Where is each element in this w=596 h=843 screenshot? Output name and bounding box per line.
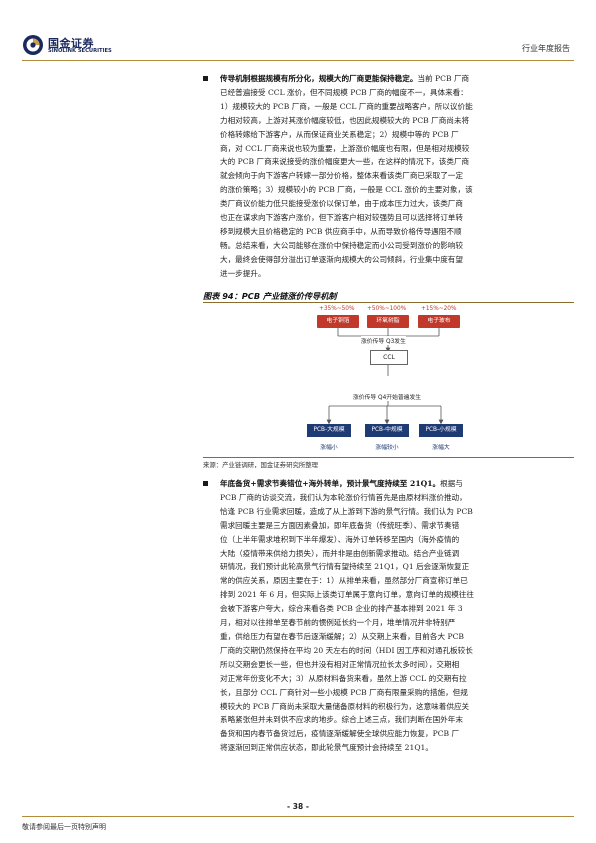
paragraph-line: 大的 PCB 厂商来说接受的涨价幅度更大一些，在这样的情况下，该类厂商 — [220, 157, 470, 167]
header-divider — [22, 60, 574, 61]
paragraph-line: 传导机制根据规模有所分化，规模大的厂商更能保持稳定。当前 PCB 厂商 — [220, 74, 470, 83]
paragraph-line: 所以交期会更长一些，但也并没有相对正常情况拉长太多时间），交期相 — [220, 659, 460, 669]
epoxy-resin-increase: +50%~100% — [367, 306, 407, 312]
paragraph-line: 模较大的 PCB 厂商尚未采取大量储备原材料的积极行为，这意味着供应关 — [220, 701, 470, 711]
epoxy-resin-box: 环氧树脂 — [367, 315, 409, 328]
glass-cloth-box: 电子玻布 — [418, 315, 460, 328]
copper-foil-increase: +35%~50% — [319, 306, 355, 312]
paragraph-line: 价格转嫁给下游客户，从而保证商业关系稳定；2）规模中等的 PCB 厂 — [220, 129, 459, 139]
paragraph-line: 月，相对以往排单至春节前的惯例延长约一个月，堆单情况并非特别严 — [220, 618, 456, 628]
paragraph-line: 就会倾向于向下游客户转嫁一部分价格，整体来看该类厂商已采取了一定 — [220, 171, 463, 181]
paragraph-line: 长，且部分 CCL 厂商针对一些小规模 PCB 厂商有限量采购的措施，但规 — [220, 687, 468, 697]
paragraph-line: 备货和国内春节备货过后，疫情逐渐缓解使全球供应能力恢复，PCB 厂 — [220, 729, 460, 739]
figure-bottom-rule — [203, 457, 574, 458]
paragraph-line: 恰逢 PCB 行业需求回暖，造成了从上游到下游的景气行情。我们认为 PCB — [220, 506, 473, 516]
paragraph-line: 对正常年份变化不大；3）从原材料备货来看，虽然上游 CCL 的交期有拉 — [220, 673, 467, 683]
paragraph-line: PCB 厂商的访谈交流，我们认为本轮涨价行情首先是由原材料涨价推动， — [220, 492, 467, 502]
paragraph-line: 重，供给压力有望在春节后逐渐缓解；2）从交期上来看，目前各大 PCB — [220, 631, 464, 641]
paragraph-line: 位（上半年需求堆积到下半年爆发）、海外订单转移至国内（海外疫情的 — [220, 534, 460, 544]
logo-emblem-icon — [23, 35, 43, 55]
paragraph-line: 会被下游客户夸大，综合来看各类 PCB 企业的排产基本排到 2021 年 3 — [220, 604, 463, 614]
paragraph-line: 移到规模大且价格稳定的 PCB 供应商手中，从而导致价格传导遇阻不顺 — [220, 226, 462, 236]
paragraph-line: 也正在谋求向下游客户涨价，但下游客户相对较强势且可以选择将订单转 — [220, 213, 463, 223]
paragraph-line: 研情况，我们预计此轮高景气行情有望持续至 21Q1，Q1 后会逐渐恢复正 — [220, 562, 470, 572]
paragraph-line: 排到 2021 年 6 月，但实际上该类订单属于意向订单，意向订单的规模往往 — [220, 590, 475, 600]
paragraph-line: 需求回暖主要是三方面因素叠加，即年底备货（传统旺季）、需求节奏错 — [220, 520, 460, 530]
company-logo: 国金证券 SINOLINK SECURITIES — [22, 34, 112, 58]
paragraph-line: 进一步提升。 — [220, 268, 266, 278]
pcb-large-increase: 涨幅小 — [320, 445, 338, 451]
paragraph-line: 系略紧张但并未到供不应求的地步。综合上述三点，我们判断在国外年末 — [220, 715, 463, 725]
price-chain-diagram: +35%~50% +50%~100% +15%~20% 电子铜箔 环氧树脂 电子… — [203, 306, 574, 456]
glass-cloth-increase: +15%~20% — [421, 306, 457, 312]
paragraph-price-transmission: 传导机制根据规模有所分化，规模大的厂商更能保持稳定。当前 PCB 厂商 已经普遍… — [203, 72, 574, 281]
disclaimer-note: 敬请参阅最后一页特别声明 — [22, 823, 106, 831]
paragraph-lead: 传导机制根据规模有所分化，规模大的厂商更能保持稳定。 — [220, 74, 418, 83]
paragraph-line: 已经普遍接受 CCL 涨价，但不同规模 PCB 厂商的幅度不一，具体来看： — [220, 87, 468, 97]
paragraph-line: 商，对 CCL 厂商来说也较为重要，上游涨价幅度也有限，但是相对规模较 — [220, 143, 470, 153]
page-number: - 38 - — [287, 802, 309, 811]
paragraph-line: 常的供应关系，原因主要在于：1）从排单来看，虽然部分厂商宣称订单已 — [220, 576, 468, 586]
pcb-medium-box: PCB-中规模 — [365, 424, 409, 437]
paragraph-line: 厂商的交期仍然保持在平均 20 天左右的时间（HDI 因工序和对通孔板较长 — [220, 645, 473, 655]
paragraph-line: 的涨价策略；3）规模较小的 PCB 厂商，一般是 CCL 涨价的主要对象，该 — [220, 185, 473, 195]
figure-title-rule — [203, 302, 574, 303]
paragraph-lead-cont: 预计景气度持续至 21Q1。 — [346, 479, 441, 488]
pcb-small-increase: 涨幅大 — [432, 445, 450, 451]
paragraph-outlook: 年底备货+需求节奏错位+海外转单，预计景气度持续至 21Q1。根据与 PCB 厂… — [203, 477, 574, 755]
bullet-square-icon — [203, 481, 208, 486]
report-type-label: 行业年度报告 — [522, 44, 570, 53]
bullet-square-icon — [203, 76, 208, 81]
paragraph-line: 大，最终会使得部分溢出订单逐渐向规模大的公司倾斜，行业集中度有望 — [220, 254, 463, 264]
paragraph-line: 1）规模较大的 PCB 厂商，一般是 CCL 厂商的重要战略客户，所以议价能 — [220, 101, 473, 111]
paragraph-lead: 年底备货+需求节奏错位+海外转单， — [220, 479, 347, 488]
step-q3-label: 涨价传导 Q3发生 — [361, 336, 406, 345]
step-q4-label: 涨价传导 Q4开始普遍发生 — [353, 392, 422, 401]
copper-foil-box: 电子铜箔 — [317, 315, 359, 328]
figure-title: 图表 94：PCB 产业链涨价传导机制 — [203, 291, 337, 301]
pcb-small-box: PCB-小规模 — [419, 424, 463, 437]
footer-divider — [22, 816, 574, 817]
figure-source: 来源：产业链调研，国金证券研究所整理 — [203, 461, 319, 469]
logo-english-name: SINOLINK SECURITIES — [48, 48, 112, 54]
paragraph-line: 将逐渐回到正常供应状态，即此轮景气度预计会持续至 21Q1。 — [220, 743, 433, 753]
pcb-medium-increase: 涨幅较小 — [375, 445, 399, 451]
paragraph-line: 类厂商议价能力低只能接受涨价以保订单，由于成本压力过大，该类厂商 — [220, 199, 463, 209]
paragraph-line: 力相对较高，上游对其涨价幅度较低，也因此规模较大的 PCB 厂商尚未将 — [220, 115, 470, 125]
paragraph-line: 大陆（疫情带来供给力损失），而并非是由创新需求推动。结合产业链调 — [220, 548, 460, 558]
paragraph-line: 畅。总结来看，大公司能够在涨价中保持稳定而小公司受到涨价的影响较 — [220, 240, 463, 250]
paragraph-line: 年底备货+需求节奏错位+海外转单，预计景气度持续至 21Q1。根据与 — [220, 479, 463, 488]
page-header: 国金证券 SINOLINK SECURITIES 行业年度报告 — [0, 0, 596, 62]
ccl-box: CCL — [370, 350, 408, 365]
pcb-large-box: PCB-大规模 — [307, 424, 351, 437]
